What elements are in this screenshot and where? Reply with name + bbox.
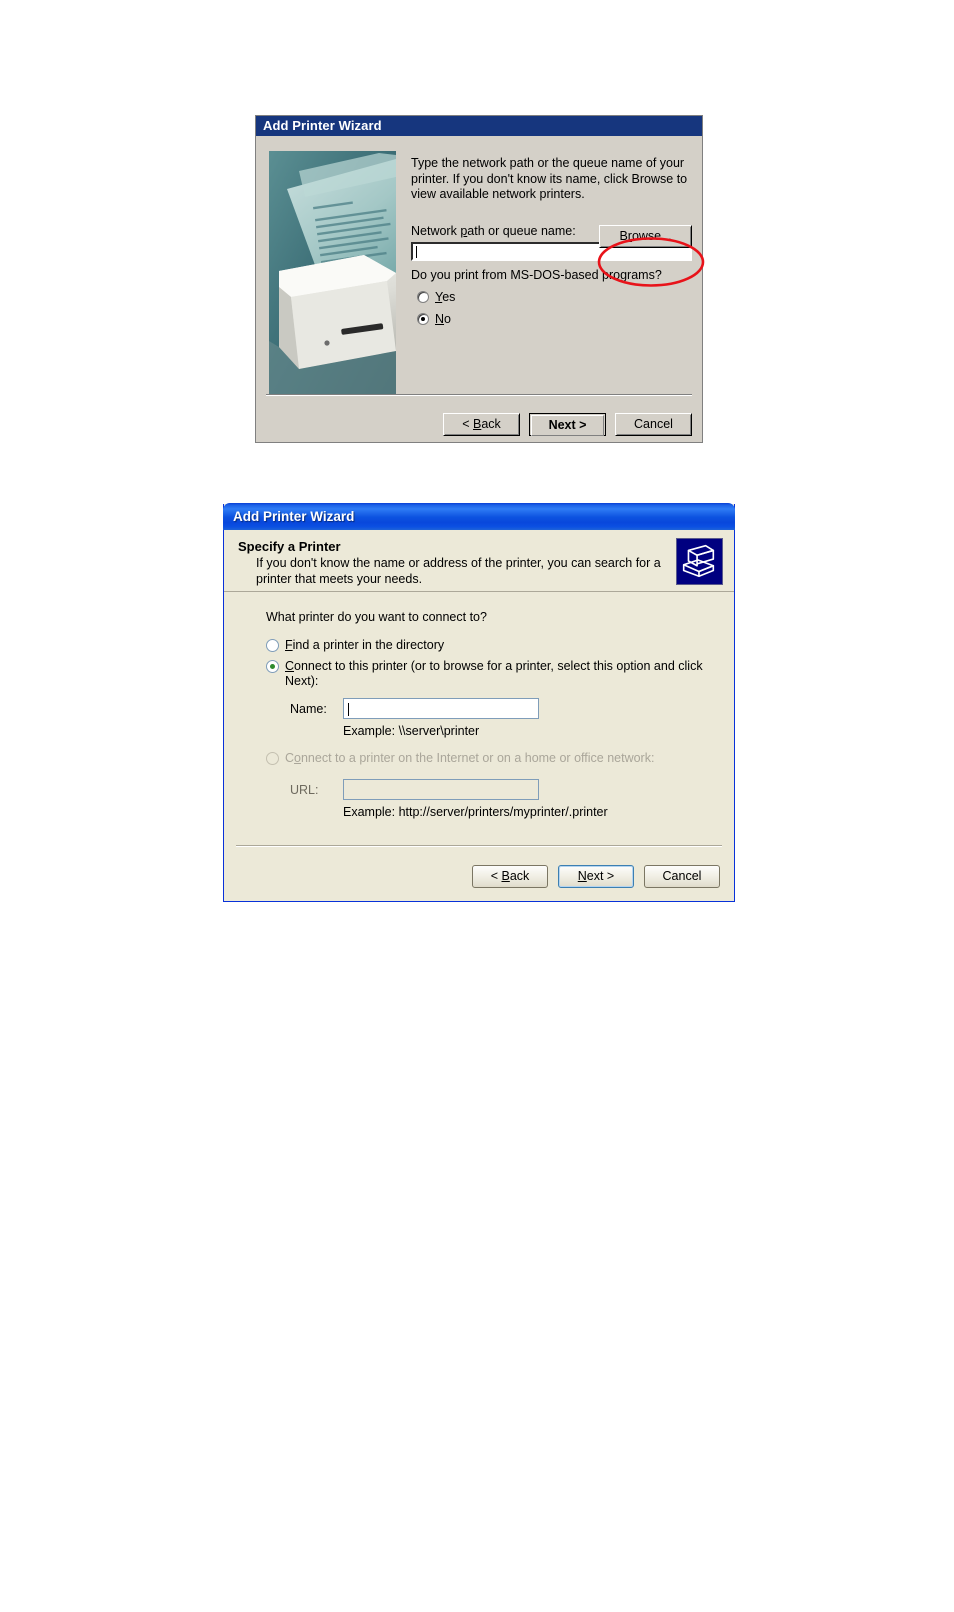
- name-field-row: Name:: [290, 698, 734, 719]
- back-label-post: ack: [481, 417, 501, 431]
- next-label-accel-xp: N: [577, 869, 587, 883]
- dialog-body: Type the network path or the queue name …: [256, 136, 702, 442]
- add-printer-wizard-dialog-classic: Add Printer Wizard Type the network path…: [255, 115, 703, 443]
- radio-no-text: o: [444, 312, 451, 326]
- next-button[interactable]: Next >: [529, 413, 606, 436]
- back-label-post-xp: ack: [509, 869, 530, 883]
- dialog-title: Add Printer Wizard: [263, 118, 382, 133]
- option-internet-accel: o: [294, 751, 301, 765]
- option-find-accel: F: [285, 638, 293, 652]
- printer-icon: [676, 538, 723, 585]
- option-internet-label: Connect to a printer on the Internet or …: [285, 751, 654, 766]
- browse-button[interactable]: Browse...: [599, 225, 692, 248]
- browse-label-post: owse...: [631, 229, 672, 243]
- dialog-title-bar: Add Printer Wizard: [256, 116, 702, 136]
- connect-question: What printer do you want to connect to?: [266, 610, 487, 624]
- radio-yes-indicator[interactable]: [417, 291, 429, 303]
- option-connect-label: Connect to this printer (or to browse fo…: [285, 659, 734, 689]
- printer-photo-illustration: [269, 151, 396, 394]
- option-connect-internet-printer: Connect to a printer on the Internet or …: [266, 751, 734, 766]
- back-button-xp[interactable]: < Back: [472, 865, 548, 888]
- wizard-header: Specify a Printer If you don't know the …: [224, 530, 734, 592]
- option-find-text: ind a printer in the directory: [292, 638, 445, 652]
- name-example-text: Example: \\server\printer: [343, 724, 480, 738]
- option-find-printer-in-directory[interactable]: Find a printer in the directory: [266, 638, 734, 653]
- url-example-text: Example: http://server/printers/myprinte…: [343, 805, 608, 819]
- text-caret: [348, 703, 349, 716]
- radio-no-accel: N: [435, 312, 445, 326]
- radio-yes-label: Yes: [435, 290, 455, 304]
- instruction-text: Type the network path or the queue name …: [411, 156, 688, 201]
- radio-option-yes[interactable]: Yes: [417, 290, 455, 304]
- radio-internet-printer-indicator: [266, 752, 279, 765]
- browse-label-pre: B: [619, 229, 628, 243]
- option-internet-pre: C: [285, 751, 295, 765]
- network-path-label-post: ath or queue name:: [467, 223, 576, 238]
- back-label-pre: <: [462, 417, 473, 431]
- back-label-accel-xp: B: [501, 869, 510, 883]
- add-printer-wizard-dialog-xp: Add Printer Wizard Specify a Printer If …: [223, 503, 735, 902]
- radio-yes-text: es: [442, 290, 456, 304]
- wizard-main: What printer do you want to connect to? …: [224, 592, 734, 847]
- option-connect-to-this-printer[interactable]: Connect to this printer (or to browse fo…: [266, 659, 734, 689]
- radio-no-indicator[interactable]: [417, 313, 429, 325]
- dialog-title-xp: Add Printer Wizard: [233, 509, 355, 524]
- dialog-title-bar-xp: Add Printer Wizard: [223, 503, 735, 530]
- wizard-header-title: Specify a Printer: [238, 539, 341, 554]
- name-field-label: Name:: [290, 701, 327, 716]
- radio-find-directory-indicator[interactable]: [266, 639, 279, 652]
- dialog-footer-buttons: < Back Next > Cancel: [443, 413, 692, 436]
- back-label-pre-xp: <: [490, 869, 502, 883]
- printer-icon-glyph: [682, 544, 715, 578]
- option-connect-accel: C: [285, 659, 295, 673]
- next-label-post-xp: ext >: [586, 869, 615, 883]
- footer-divider-xp: [236, 845, 722, 847]
- name-input[interactable]: [343, 698, 539, 719]
- cancel-button[interactable]: Cancel: [615, 413, 692, 436]
- msdos-question: Do you print from MS-DOS-based programs?: [411, 268, 662, 282]
- printer-photo-image: [269, 151, 396, 394]
- next-label: Next >: [531, 415, 604, 436]
- back-button[interactable]: < Back: [443, 413, 520, 436]
- cancel-button-xp[interactable]: Cancel: [644, 865, 720, 888]
- network-path-label-pre: Network: [411, 223, 461, 238]
- url-field-row: URL:: [290, 779, 734, 800]
- wizard-header-subtitle: If you don't know the name or address of…: [256, 556, 661, 586]
- option-find-printer-label: Find a printer in the directory: [285, 638, 444, 653]
- radio-connect-printer-indicator[interactable]: [266, 660, 279, 673]
- url-input: [343, 779, 539, 800]
- next-button-xp[interactable]: Next >: [558, 865, 634, 888]
- text-caret: [416, 245, 417, 258]
- footer-divider: [266, 394, 692, 396]
- url-field-label: URL:: [290, 782, 319, 797]
- radio-no-label: No: [435, 312, 451, 326]
- option-connect-text: onnect to this printer (or to browse for…: [285, 659, 703, 688]
- dialog-footer-buttons-xp: < Back Next > Cancel: [472, 865, 720, 888]
- radio-option-no[interactable]: No: [417, 312, 451, 326]
- option-internet-text: nnect to a printer on the Internet or on…: [300, 751, 655, 765]
- dialog-content: Type the network path or the queue name …: [411, 156, 692, 326]
